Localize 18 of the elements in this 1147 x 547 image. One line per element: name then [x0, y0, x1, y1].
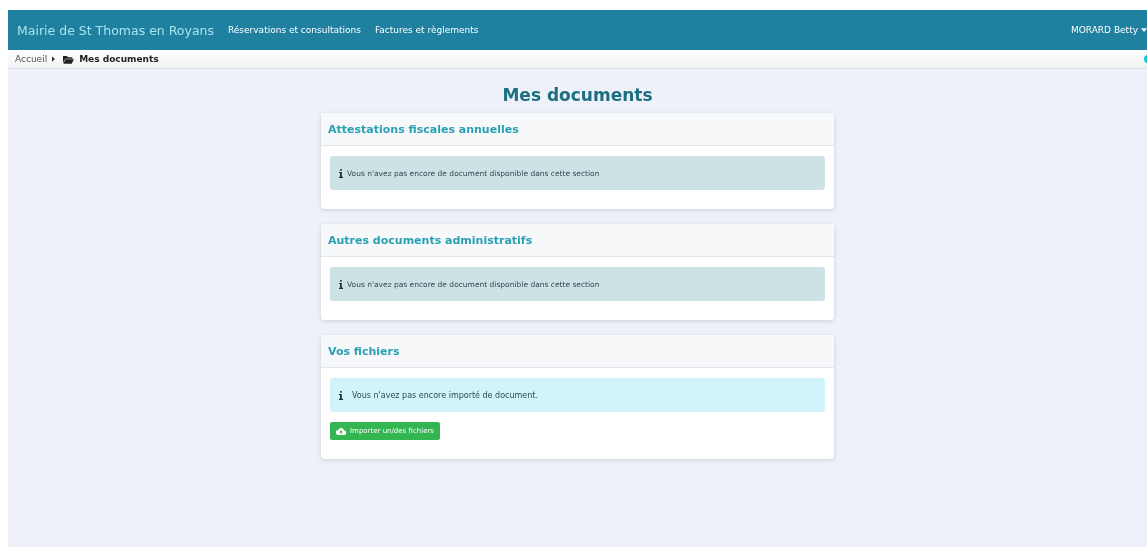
caret-icon: [1141, 28, 1147, 32]
caret-right-icon: [52, 56, 56, 62]
nav-link[interactable]: Factures et règlements: [374, 25, 479, 35]
info-icon: [339, 279, 343, 289]
info-icon: [339, 390, 343, 400]
breadcrumb-link[interactable]: Accueil: [15, 54, 48, 64]
info-icon: [339, 168, 343, 178]
folder-icon: [63, 54, 75, 64]
brand-link[interactable]: Mairie de St Thomas en Royans: [17, 22, 214, 38]
section-title: Autres documents administratifs: [328, 233, 533, 247]
user-menu[interactable]: MORARD Betty: [1070, 25, 1147, 35]
cloud-upload-icon: [336, 427, 346, 435]
section-title: Attestations fiscales annuelles: [328, 122, 519, 136]
nav-link[interactable]: Réservations et consultations: [228, 25, 361, 35]
alert-message: Vous n'avez pas encore importé de document.: [352, 390, 538, 400]
section-title: Vos fichiers: [328, 344, 400, 358]
breadcrumb-current: Mes documents: [79, 54, 159, 64]
page-title: Mes documents: [502, 85, 653, 105]
